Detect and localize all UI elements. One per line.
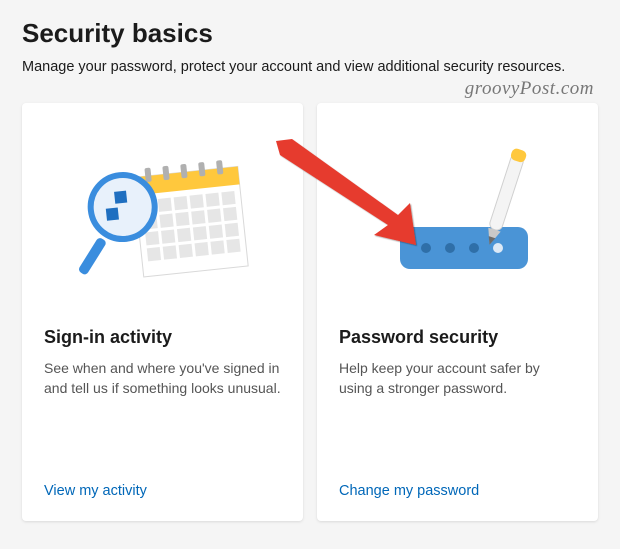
card-heading-signin: Sign-in activity bbox=[44, 327, 281, 348]
card-signin-activity[interactable]: Sign-in activity See when and where you'… bbox=[22, 103, 303, 521]
page-subtitle: Manage your password, protect your accou… bbox=[22, 59, 598, 75]
card-heading-password: Password security bbox=[339, 327, 576, 348]
calendar-magnifier-icon bbox=[68, 135, 258, 305]
card-desc-password: Help keep your account safer by using a … bbox=[339, 358, 576, 465]
page-title: Security basics bbox=[22, 18, 598, 49]
password-pen-icon bbox=[358, 135, 558, 305]
signin-activity-illustration bbox=[44, 125, 281, 315]
card-password-security[interactable]: Password security Help keep your account… bbox=[317, 103, 598, 521]
card-desc-signin: See when and where you've signed in and … bbox=[44, 358, 281, 465]
view-my-activity-link[interactable]: View my activity bbox=[44, 483, 281, 499]
password-security-illustration bbox=[339, 125, 576, 315]
change-my-password-link[interactable]: Change my password bbox=[339, 483, 576, 499]
cards-row: Sign-in activity See when and where you'… bbox=[22, 103, 598, 521]
watermark-text: groovyPost.com bbox=[465, 78, 594, 100]
